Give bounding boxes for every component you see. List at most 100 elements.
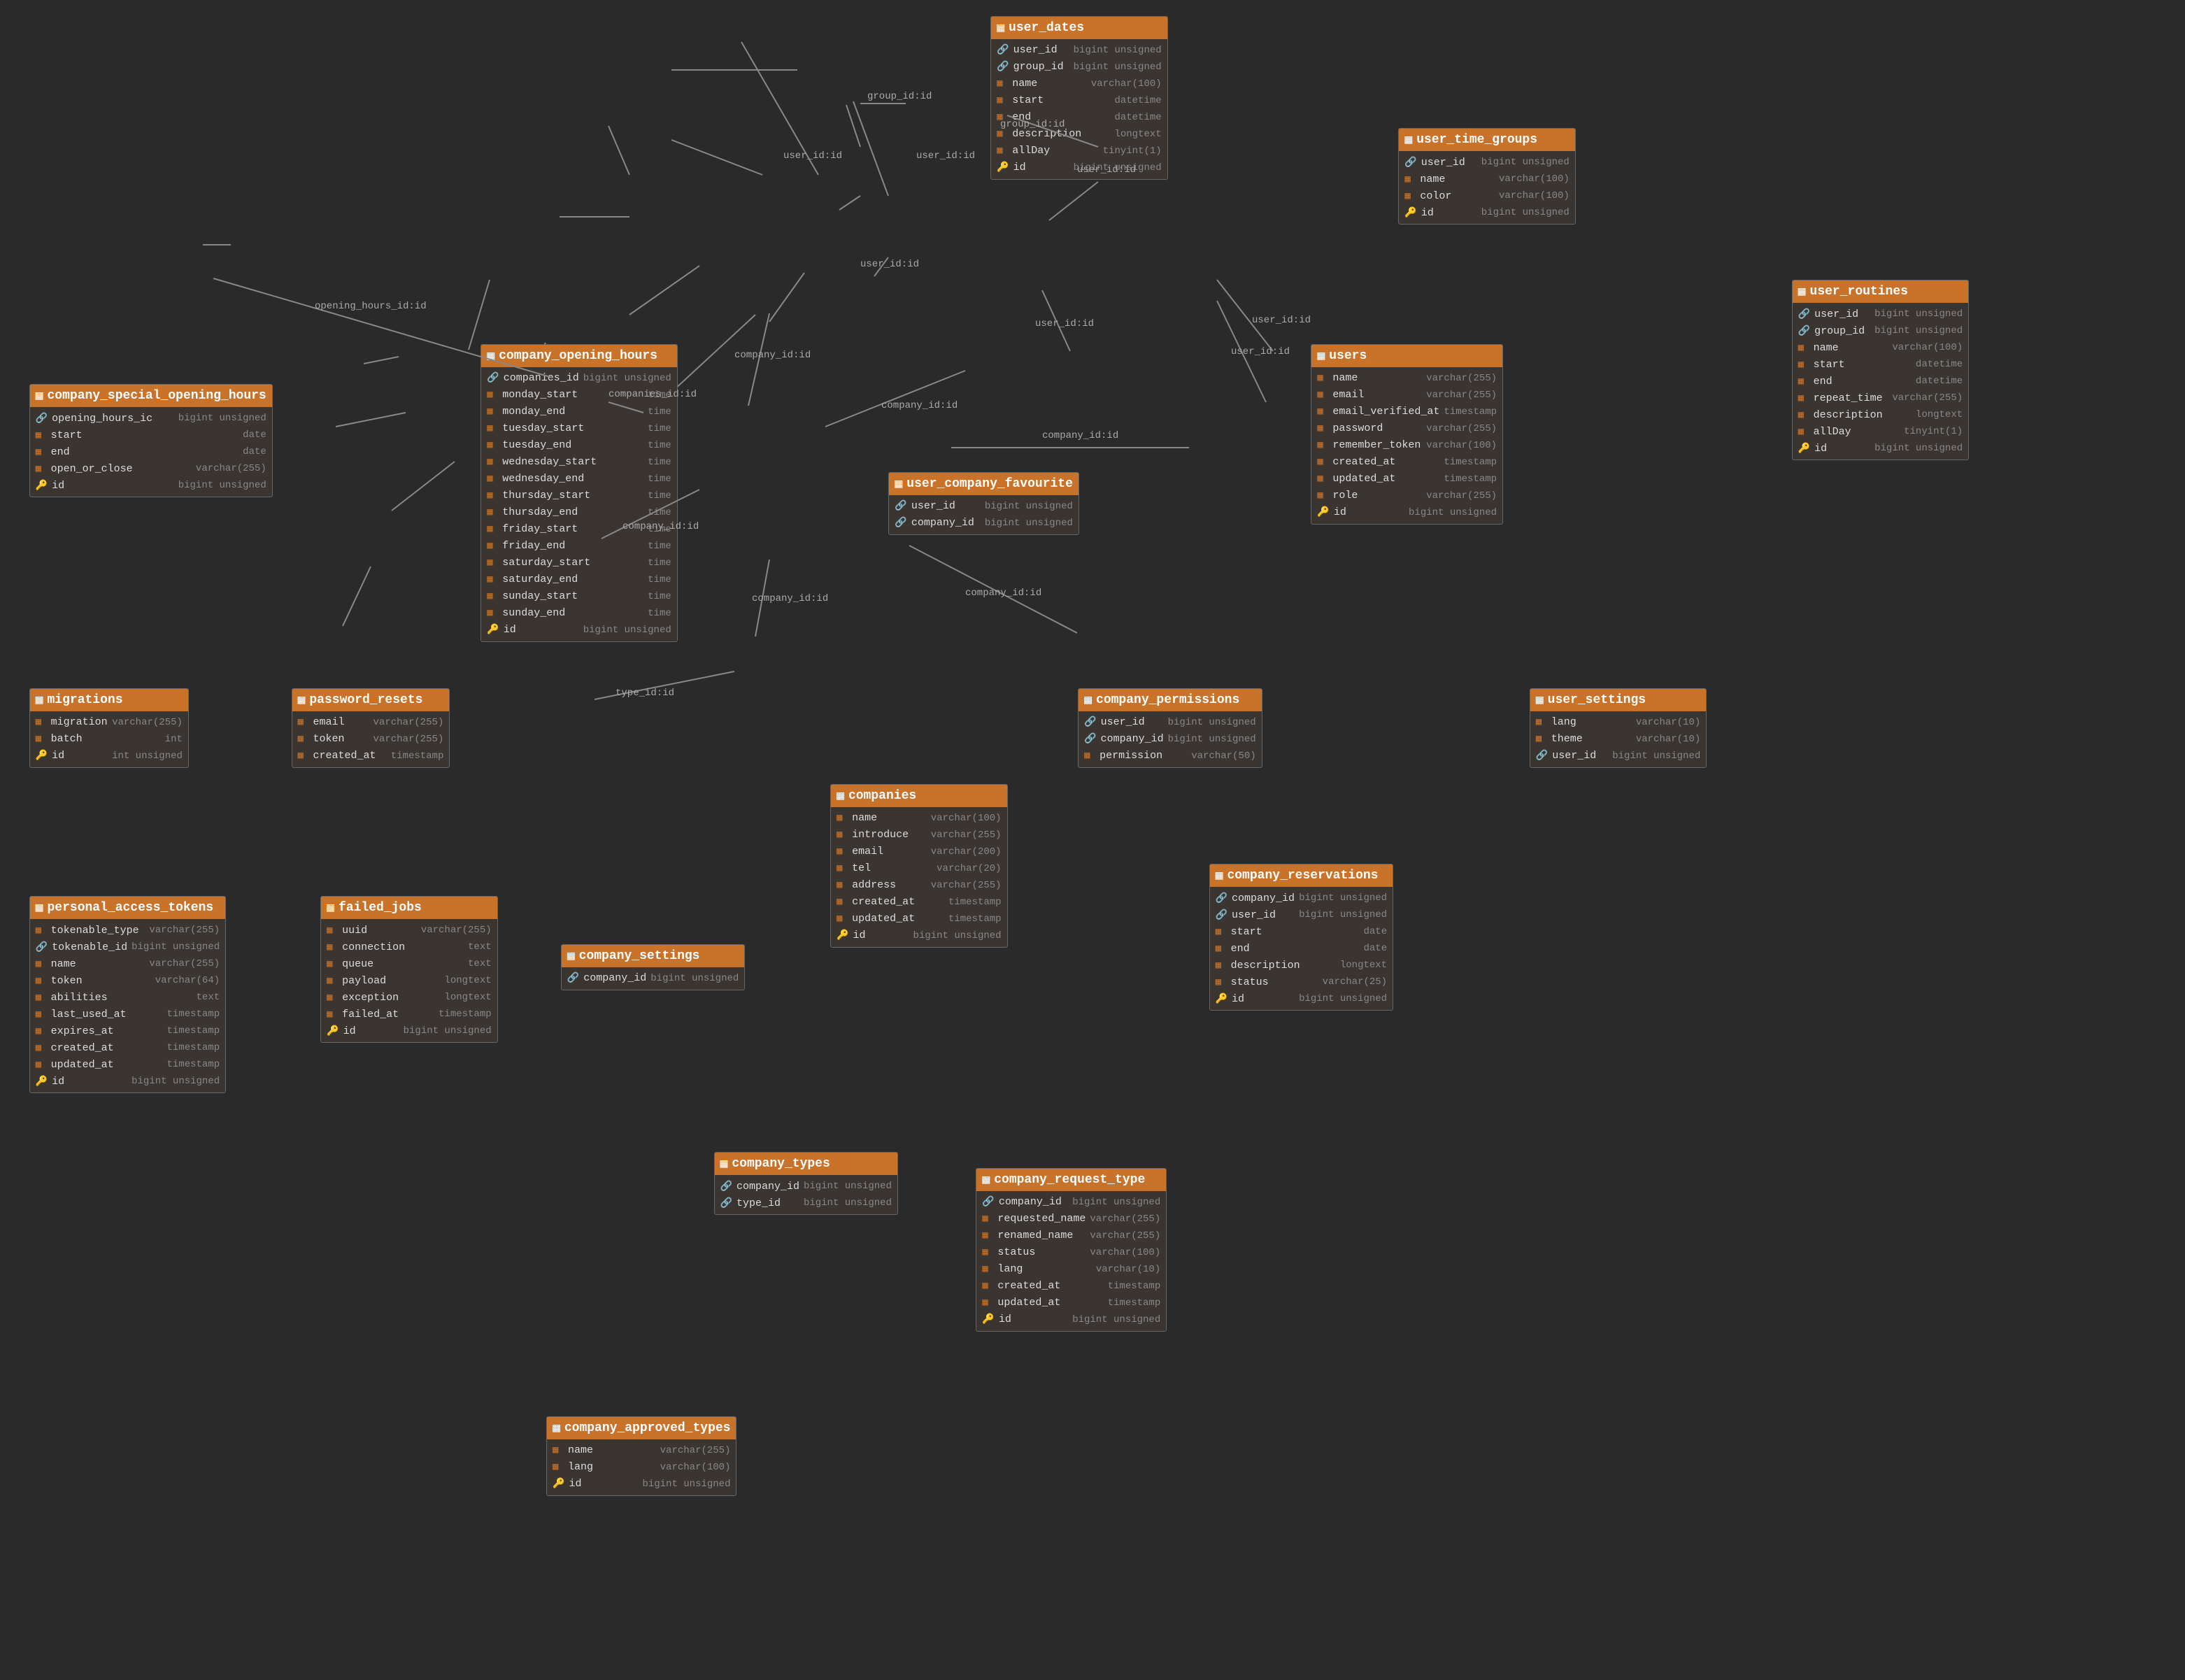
field-type-label: varchar(10): [1058, 1264, 1160, 1275]
field-type-label: varchar(255): [373, 717, 444, 728]
table-body-password_resets: ▦emailvarchar(255)▦tokenvarchar(255)▦cre…: [292, 711, 450, 767]
field-type-label: varchar(100): [628, 1462, 730, 1473]
primary-key-icon: 🔑: [1404, 207, 1416, 219]
table-header-user_dates[interactable]: ▦ user_dates: [991, 17, 1167, 39]
column-icon: ▦: [298, 733, 309, 745]
field-type-label: varchar(255): [1077, 1230, 1160, 1241]
field-type-label: text: [112, 992, 220, 1003]
table-header-migrations[interactable]: ▦migrations: [30, 689, 188, 711]
field-name-label: email: [313, 716, 369, 728]
foreign-key-icon: 🔗: [895, 500, 906, 512]
connector-label-user-id-res: user_id:id: [1231, 346, 1290, 357]
table-grid-icon: ▦: [567, 948, 575, 964]
table-header-companies[interactable]: ▦companies: [831, 785, 1006, 807]
table-row: ▦allDaytinyint(1): [991, 143, 1167, 159]
table-header-users[interactable]: ▦users: [1311, 345, 1502, 367]
table-row: ▦startdatetime: [1793, 356, 1968, 373]
table-row: ▦emailvarchar(255): [1311, 387, 1502, 404]
field-name-label: saturday_end: [502, 574, 578, 585]
field-type-label: bigint unsigned: [797, 1197, 892, 1209]
field-type-label: timestamp: [1065, 1281, 1160, 1292]
field-name-label: migration: [51, 716, 108, 728]
table-row: ▦enddate: [1210, 940, 1393, 957]
foreign-key-icon: 🔗: [1216, 909, 1227, 921]
field-type-label: datetime: [1874, 376, 1963, 387]
field-name-label: updated_at: [1332, 473, 1395, 485]
table-header-user_company_favourite[interactable]: ▦user_company_favourite: [889, 473, 1078, 495]
field-name-label: group_id: [1013, 61, 1069, 73]
field-type-label: varchar(255): [112, 717, 183, 728]
table-grid-icon: ▦: [487, 348, 494, 364]
table-row: 🔗company_idbigint unsigned: [1210, 890, 1393, 906]
table-header-company_types[interactable]: ▦company_types: [715, 1153, 897, 1175]
table-header-personal_access_tokens[interactable]: ▦personal_access_tokens: [30, 897, 226, 919]
table-title-companies: companies: [848, 789, 916, 803]
table-row: 🔗company_idbigint unsigned: [562, 970, 744, 987]
table-header-company_settings[interactable]: ▦company_settings: [562, 945, 744, 967]
column-icon: ▦: [487, 540, 498, 552]
field-type-label: bigint unsigned: [1299, 892, 1387, 904]
table-title-user_dates: user_dates: [1009, 21, 1084, 35]
table-row: ▦created_attimestamp: [831, 894, 1006, 911]
field-name-label: allDay: [1012, 145, 1068, 157]
table-row: ▦tuesday_starttime: [481, 420, 677, 437]
table-header-company_permissions[interactable]: ▦company_permissions: [1079, 689, 1261, 711]
connector-label-user-id-perm: user_id:id: [1035, 318, 1094, 329]
field-name-label: status: [997, 1246, 1053, 1258]
connector-label-group-id-routines: group_id:id: [1000, 119, 1065, 130]
table-title-company_opening_hours: company_opening_hours: [499, 349, 657, 363]
field-type-label: bigint unsigned: [1074, 62, 1162, 73]
column-icon: ▦: [36, 1059, 47, 1071]
table-row: ▦created_attimestamp: [976, 1278, 1166, 1295]
table-header-company_approved_types[interactable]: ▦company_approved_types: [547, 1417, 736, 1439]
field-name-label: user_id: [1814, 308, 1870, 320]
table-header-company_opening_hours[interactable]: ▦ company_opening_hours: [481, 345, 677, 367]
table-title-user_time_groups: user_time_groups: [1416, 133, 1537, 147]
field-type-label: varchar(255): [913, 830, 1001, 841]
connector-label-user-id-routines: user_id:id: [1077, 164, 1136, 176]
table-row: ▦migrationvarchar(255): [30, 714, 188, 731]
field-name-label: role: [1332, 490, 1388, 501]
field-name-label: last_used_at: [51, 1009, 127, 1020]
field-name-label: thursday_start: [502, 490, 590, 501]
field-name-label: failed_at: [342, 1009, 399, 1020]
field-name-label: id: [1421, 207, 1477, 219]
table-row: ▦queuetext: [321, 955, 497, 972]
connector-label-user-id-tg: user_id:id: [916, 150, 975, 162]
table-header-company_reservations[interactable]: ▦company_reservations: [1210, 864, 1393, 887]
field-type-label: varchar(255): [1393, 423, 1497, 434]
table-row: 🔗user_idbigint unsigned: [1793, 306, 1968, 322]
field-name-label: tokenable_id: [52, 941, 127, 953]
field-name-label: company_id: [1232, 892, 1295, 904]
field-name-label: company_id: [736, 1181, 799, 1193]
table-header-company_special_opening_hours[interactable]: ▦company_special_opening_hours: [30, 385, 272, 407]
table-user_time_groups: ▦user_time_groups🔗user_idbigint unsigned…: [1398, 128, 1575, 225]
field-name-label: address: [852, 879, 908, 891]
field-type-label: tinyint(1): [1874, 426, 1963, 437]
table-header-user_settings[interactable]: ▦user_settings: [1530, 689, 1706, 711]
table-row: ▦requested_namevarchar(255): [976, 1211, 1166, 1227]
column-icon: ▦: [1317, 389, 1328, 401]
table-header-user_time_groups[interactable]: ▦user_time_groups: [1399, 129, 1574, 151]
column-icon: ▦: [36, 992, 47, 1004]
field-type-label: varchar(255): [628, 1445, 730, 1456]
field-name-label: allDay: [1814, 426, 1870, 438]
table-row: 🔑idbigint unsigned: [1793, 440, 1968, 457]
table-row: ▦saturday_endtime: [481, 571, 677, 588]
field-name-label: uuid: [342, 925, 398, 937]
table-row: ▦remember_tokenvarchar(100): [1311, 437, 1502, 454]
table-grid-icon: ▦: [997, 20, 1004, 36]
table-row: ▦namevarchar(100): [1399, 171, 1574, 187]
table-header-password_resets[interactable]: ▦password_resets: [292, 689, 450, 711]
table-grid-icon: ▦: [327, 900, 334, 916]
table-header-failed_jobs[interactable]: ▦failed_jobs: [321, 897, 497, 919]
field-type-label: date: [111, 446, 266, 457]
column-icon: ▦: [1798, 426, 1809, 438]
column-icon: ▦: [1317, 372, 1328, 384]
column-icon: ▦: [1798, 392, 1809, 404]
connector-label-group-id: group_id:id: [867, 91, 932, 102]
field-type-label: bigint unsigned: [1168, 734, 1256, 745]
field-name-label: thursday_end: [502, 506, 578, 518]
table-header-user_routines[interactable]: ▦user_routines: [1793, 280, 1968, 303]
table-header-company_request_type[interactable]: ▦company_request_type: [976, 1169, 1166, 1191]
